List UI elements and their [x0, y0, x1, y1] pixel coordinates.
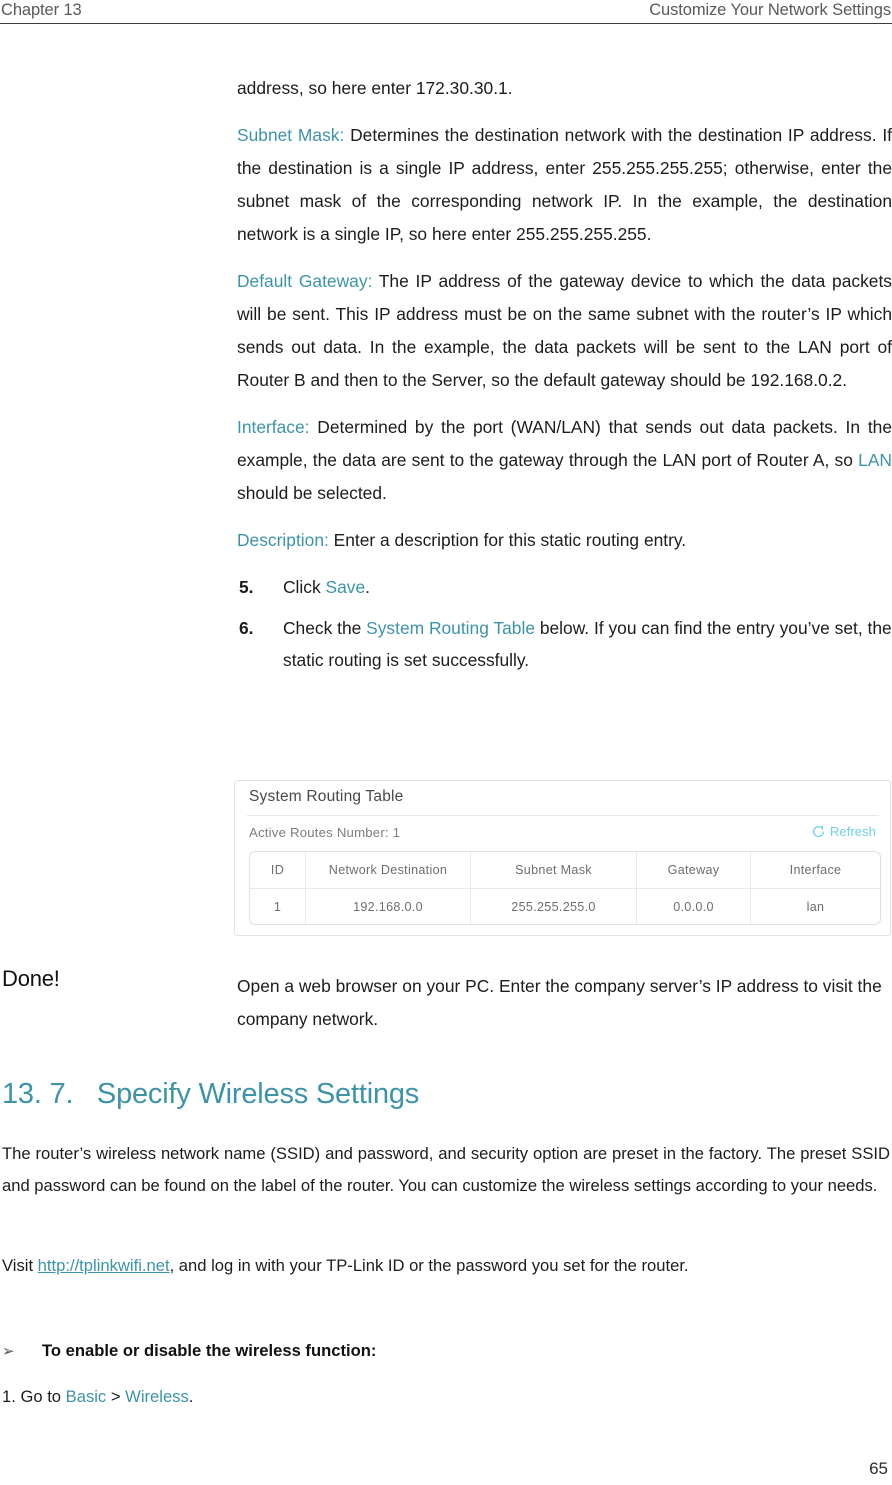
step-5-text-before: Click — [283, 577, 326, 597]
done-label: Done! — [2, 966, 60, 991]
interface-label: Interface: — [237, 417, 310, 437]
basic-menu-link[interactable]: Basic — [66, 1387, 107, 1406]
system-routing-table-title: System Routing Table — [249, 788, 404, 805]
refresh-label: Refresh — [829, 824, 876, 839]
body-column: address, so here enter 172.30.30.1. Subn… — [237, 72, 892, 685]
step-1-separator: > — [106, 1387, 126, 1406]
step-1-text-after: . — [188, 1387, 194, 1406]
active-routes-number-label: Active Routes Number: 1 — [249, 825, 401, 840]
step-5-save-highlight: Save — [325, 577, 366, 597]
visit-text-after: , and log in with your TP-Link ID or the… — [169, 1256, 689, 1275]
cell-subnet-mask: 255.255.255.0 — [471, 888, 637, 924]
table-header-row: ID Network Destination Subnet Mask Gatew… — [250, 852, 880, 888]
paragraph-subnet-mask: Subnet Mask: Determines the destination … — [237, 119, 892, 251]
column-header-subnet-mask: Subnet Mask — [471, 852, 637, 888]
interface-lan-highlight: LAN — [858, 450, 892, 470]
cell-interface: lan — [751, 888, 880, 924]
arrow-bullet-icon: ➢ — [2, 1343, 15, 1360]
wireless-intro-paragraph: The router’s wireless network name (SSID… — [2, 1144, 890, 1195]
step-1-text-before: 1. Go to — [2, 1387, 66, 1406]
page-number: 65 — [869, 1459, 888, 1478]
column-header-gateway: Gateway — [637, 852, 751, 888]
step-6-text-before: Check the — [283, 618, 367, 638]
section-title-label: Customize Your Network Settings — [649, 1, 891, 19]
page-header: Chapter 13 Customize Your Network Settin… — [0, 0, 892, 24]
panel-divider — [247, 815, 879, 816]
column-header-interface: Interface — [789, 863, 842, 877]
step-5: 5. Click Save. — [237, 571, 892, 603]
tplinkwifi-link[interactable]: http://tplinkwifi.net — [38, 1256, 170, 1275]
cell-network-destination: 192.168.0.0 — [306, 888, 471, 924]
system-routing-table-panel: System Routing Table Active Routes Numbe… — [234, 780, 891, 936]
description-label: Description: — [237, 530, 329, 550]
step-6-number: 6. — [239, 618, 254, 638]
paragraph-address-text: address, so here enter 172.30.30.1. — [237, 78, 513, 98]
wireless-visit-paragraph: Visit http://tplinkwifi.net, and log in … — [2, 1250, 890, 1282]
step-6: 6. Check the System Routing Table below. … — [237, 612, 892, 676]
subnet-mask-label: Subnet Mask: — [237, 125, 345, 145]
step-6-system-routing-table-highlight: System Routing Table — [366, 618, 535, 638]
routing-table: ID Network Destination Subnet Mask Gatew… — [249, 851, 881, 925]
column-header-network-destination: Network Destination — [306, 852, 471, 888]
numbered-step-1: 1. Go to Basic > Wireless. — [2, 1382, 890, 1412]
paragraph-interface: Interface: Determined by the port (WAN/L… — [237, 411, 892, 510]
interface-text-after: should be selected. — [237, 483, 387, 503]
cell-gateway: 0.0.0.0 — [637, 888, 751, 924]
refresh-icon — [812, 825, 825, 838]
arrow-bullet-text: To enable or disable the wireless functi… — [42, 1341, 377, 1360]
paragraph-description: Description: Enter a description for thi… — [237, 524, 892, 557]
default-gateway-label: Default Gateway: — [237, 271, 373, 291]
step-5-text-after: . — [365, 577, 370, 597]
interface-text-before: Determined by the port (WAN/LAN) that se… — [237, 417, 892, 470]
refresh-button[interactable]: Refresh — [812, 824, 876, 839]
done-description: Open a web browser on your PC. Enter the… — [237, 976, 882, 1029]
description-text: Enter a description for this static rout… — [328, 530, 687, 550]
wireless-menu-link[interactable]: Wireless — [125, 1387, 189, 1406]
paragraph-address: address, so here enter 172.30.30.1. — [237, 72, 892, 105]
chapter-label: Chapter 13 — [1, 1, 82, 19]
cell-id: 1 — [250, 888, 306, 924]
paragraph-default-gateway: Default Gateway: The IP address of the g… — [237, 265, 892, 397]
column-header-id: ID — [250, 852, 306, 888]
step-5-number: 5. — [239, 577, 254, 597]
arrow-bullet-heading: ➢ To enable or disable the wireless funct… — [2, 1336, 890, 1367]
table-row: 1 192.168.0.0 255.255.255.0 0.0.0.0 lan — [250, 888, 880, 924]
visit-text-before: Visit — [2, 1256, 38, 1275]
section-heading: 13. 7. Specify Wireless Settings — [2, 1078, 420, 1110]
